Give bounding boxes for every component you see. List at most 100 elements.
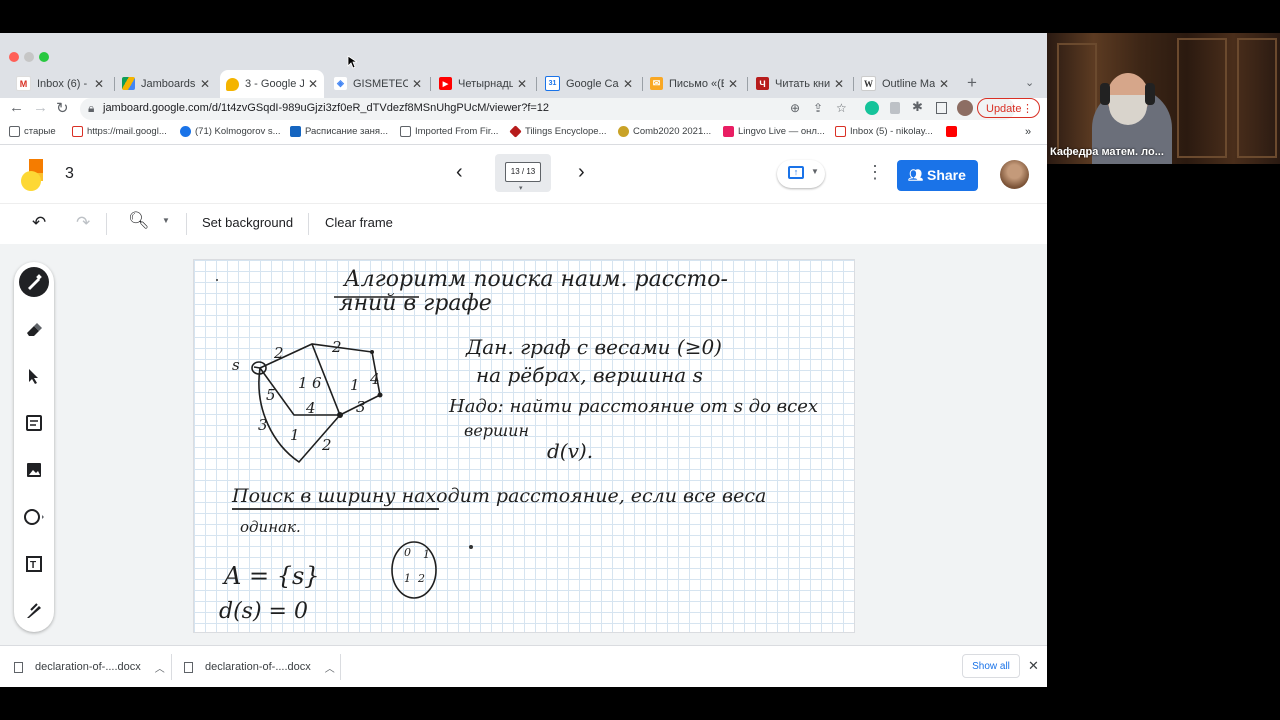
url-text[interactable]: jamboard.google.com/d/1t4zvGSqdI-989uGjz…: [103, 102, 549, 114]
heading-line1: Алгоритм поиска наим. рассто-: [342, 267, 728, 292]
close-tab-icon[interactable]: ✕: [94, 77, 104, 91]
lock-icon[interactable]: 🔒︎: [88, 101, 94, 116]
present-button[interactable]: ↑ ▼: [777, 160, 825, 188]
bookmark-item[interactable]: Imported From Fir...: [400, 126, 498, 137]
youtube-icon: ▶: [439, 77, 452, 90]
pen-tool[interactable]: [19, 267, 49, 297]
sidepanel-icon[interactable]: [936, 102, 947, 114]
more-options-icon[interactable]: ⋮: [866, 162, 884, 183]
bookmark-item[interactable]: Inbox (5) - nikolay...: [835, 126, 933, 137]
select-tool[interactable]: [19, 361, 49, 391]
ink-dot: [216, 279, 218, 281]
next-frame-chevron-icon[interactable]: ›: [578, 161, 585, 184]
tab-search-chevron-icon[interactable]: ⌄: [1025, 76, 1034, 89]
file-icon: [14, 661, 23, 673]
tab-mail[interactable]: ✉ Письмо «(Бе✕: [644, 70, 744, 97]
set-a-text: A = {s}: [222, 562, 320, 590]
bookmark-item[interactable]: Tilings Encyclope...: [509, 125, 607, 138]
maximize-window-button[interactable]: [39, 52, 49, 62]
tab-jamboard-active[interactable]: 3 - Google Ja✕: [220, 70, 324, 98]
tab-youtube[interactable]: ▶ Четырнадцат✕: [433, 70, 533, 97]
graph-drawing: [251, 343, 437, 599]
download-item[interactable]: declaration-of-....docx ︿: [184, 656, 335, 678]
text-box-tool[interactable]: T: [19, 549, 49, 579]
zoom-icon[interactable]: 🔍︎: [128, 211, 150, 231]
ds-text: d(s) = 0: [219, 599, 308, 624]
tab-gmail-inbox[interactable]: M Inbox (6) - nik✕: [10, 70, 110, 97]
close-tab-icon[interactable]: ✕: [728, 77, 738, 91]
shape-tool[interactable]: [19, 502, 49, 532]
frame-bar-button[interactable]: 13 / 13 ▾: [495, 154, 551, 192]
tab-gismeteo[interactable]: ◈ GISMETEO: По✕: [328, 70, 428, 97]
bookmark-item[interactable]: (71) Kolmogorov s...: [180, 126, 281, 137]
extensions-puzzle-icon[interactable]: ✱: [912, 99, 923, 115]
close-tab-icon[interactable]: ✕: [517, 77, 527, 91]
download-item[interactable]: declaration-of-....docx ︿: [14, 656, 165, 678]
people-icon: 👥︎: [908, 168, 924, 182]
chevron-up-icon[interactable]: ︿: [155, 660, 165, 675]
account-avatar[interactable]: [1000, 160, 1029, 189]
close-downloads-icon[interactable]: ✕: [1028, 658, 1039, 674]
share-page-icon[interactable]: ⇪: [813, 101, 823, 115]
bookmark-item[interactable]: Comb2020 2021...: [618, 126, 711, 137]
minimize-window-button[interactable]: [24, 52, 34, 62]
gismeteo-icon: ◈: [334, 77, 347, 90]
graph-label: 1: [298, 374, 308, 392]
update-button[interactable]: Update ⋮: [977, 98, 1040, 118]
bookmark-item[interactable]: Расписание заня...: [290, 126, 388, 137]
zoom-dropdown-caret-icon[interactable]: ▼: [162, 216, 170, 225]
sticky-note-tool[interactable]: [19, 408, 49, 438]
people-icon: [180, 126, 191, 137]
extension-icon[interactable]: [890, 102, 900, 114]
jam-frame[interactable]: Алгоритм поиска наим. рассто- яний в гра…: [193, 259, 855, 633]
jamboard-logo-icon[interactable]: [21, 159, 45, 191]
close-tab-icon[interactable]: ✕: [200, 77, 210, 91]
laser-tool[interactable]: [19, 596, 49, 626]
jamboard-header: 3 ‹ 13 / 13 ▾ › ↑ ▼ ⋮ 👥︎ Share: [0, 145, 1047, 203]
close-tab-icon[interactable]: ✕: [939, 77, 949, 91]
show-all-button[interactable]: Show all: [962, 654, 1020, 678]
reload-icon[interactable]: ↻: [56, 99, 69, 117]
back-icon[interactable]: ←: [9, 99, 24, 116]
kebab-menu-icon: ⋮: [1022, 103, 1033, 115]
more-bookmarks-icon[interactable]: »: [1025, 126, 1031, 138]
bookmark-item[interactable]: Lingvo Live — онл...: [723, 126, 825, 137]
bookmarks-bar: старые https://mail.googl... (71) Kolmog…: [0, 122, 1047, 145]
tab-book[interactable]: Ч Читать книгу✕: [750, 70, 850, 97]
bookmark-item[interactable]: [946, 126, 961, 137]
frame-caret-icon: ▾: [519, 185, 523, 192]
close-tab-icon[interactable]: ✕: [308, 77, 318, 91]
graph-label: 4: [369, 370, 380, 388]
profile-avatar-icon[interactable]: [957, 100, 973, 116]
redo-icon[interactable]: ↷: [76, 213, 90, 233]
grammarly-icon[interactable]: [865, 101, 879, 115]
close-tab-icon[interactable]: ✕: [834, 77, 844, 91]
chevron-up-icon[interactable]: ︿: [325, 660, 335, 675]
canvas-area: T Алгоритм поиска наим. рассто- яний в г…: [0, 244, 1047, 645]
share-button[interactable]: 👥︎ Share: [897, 160, 978, 191]
tab-jamboards[interactable]: Jamboards - G✕: [116, 70, 216, 97]
zoom-icon[interactable]: ⊕: [790, 101, 800, 115]
close-tab-icon[interactable]: ✕: [412, 77, 422, 91]
undo-icon[interactable]: ↶: [32, 213, 46, 233]
cabinet-frame: [1237, 38, 1277, 158]
headphone-icon: [1100, 83, 1110, 105]
svg-text:0: 0: [404, 546, 411, 559]
image-tool[interactable]: [19, 455, 49, 485]
jam-title[interactable]: 3: [65, 165, 74, 183]
browser-window: M Inbox (6) - nik✕ Jamboards - G✕ 3 - Go…: [0, 33, 1047, 687]
set-background-button[interactable]: Set background: [202, 215, 293, 230]
eraser-tool[interactable]: [19, 314, 49, 344]
tab-wikipedia[interactable]: W Outline Map o✕: [855, 70, 955, 97]
tab-calendar[interactable]: 31 Google Calend✕: [539, 70, 639, 97]
bookmark-item[interactable]: https://mail.googl...: [72, 126, 167, 137]
prev-frame-chevron-icon[interactable]: ‹: [456, 161, 463, 184]
bookmark-star-icon[interactable]: ☆: [836, 101, 847, 115]
clear-frame-button[interactable]: Clear frame: [325, 215, 393, 230]
dv-text: d(v).: [547, 439, 593, 463]
close-window-button[interactable]: [9, 52, 19, 62]
close-tab-icon[interactable]: ✕: [623, 77, 633, 91]
forward-icon[interactable]: →: [33, 99, 48, 116]
new-tab-button[interactable]: +: [967, 73, 977, 93]
bookmark-item[interactable]: старые: [9, 126, 56, 137]
